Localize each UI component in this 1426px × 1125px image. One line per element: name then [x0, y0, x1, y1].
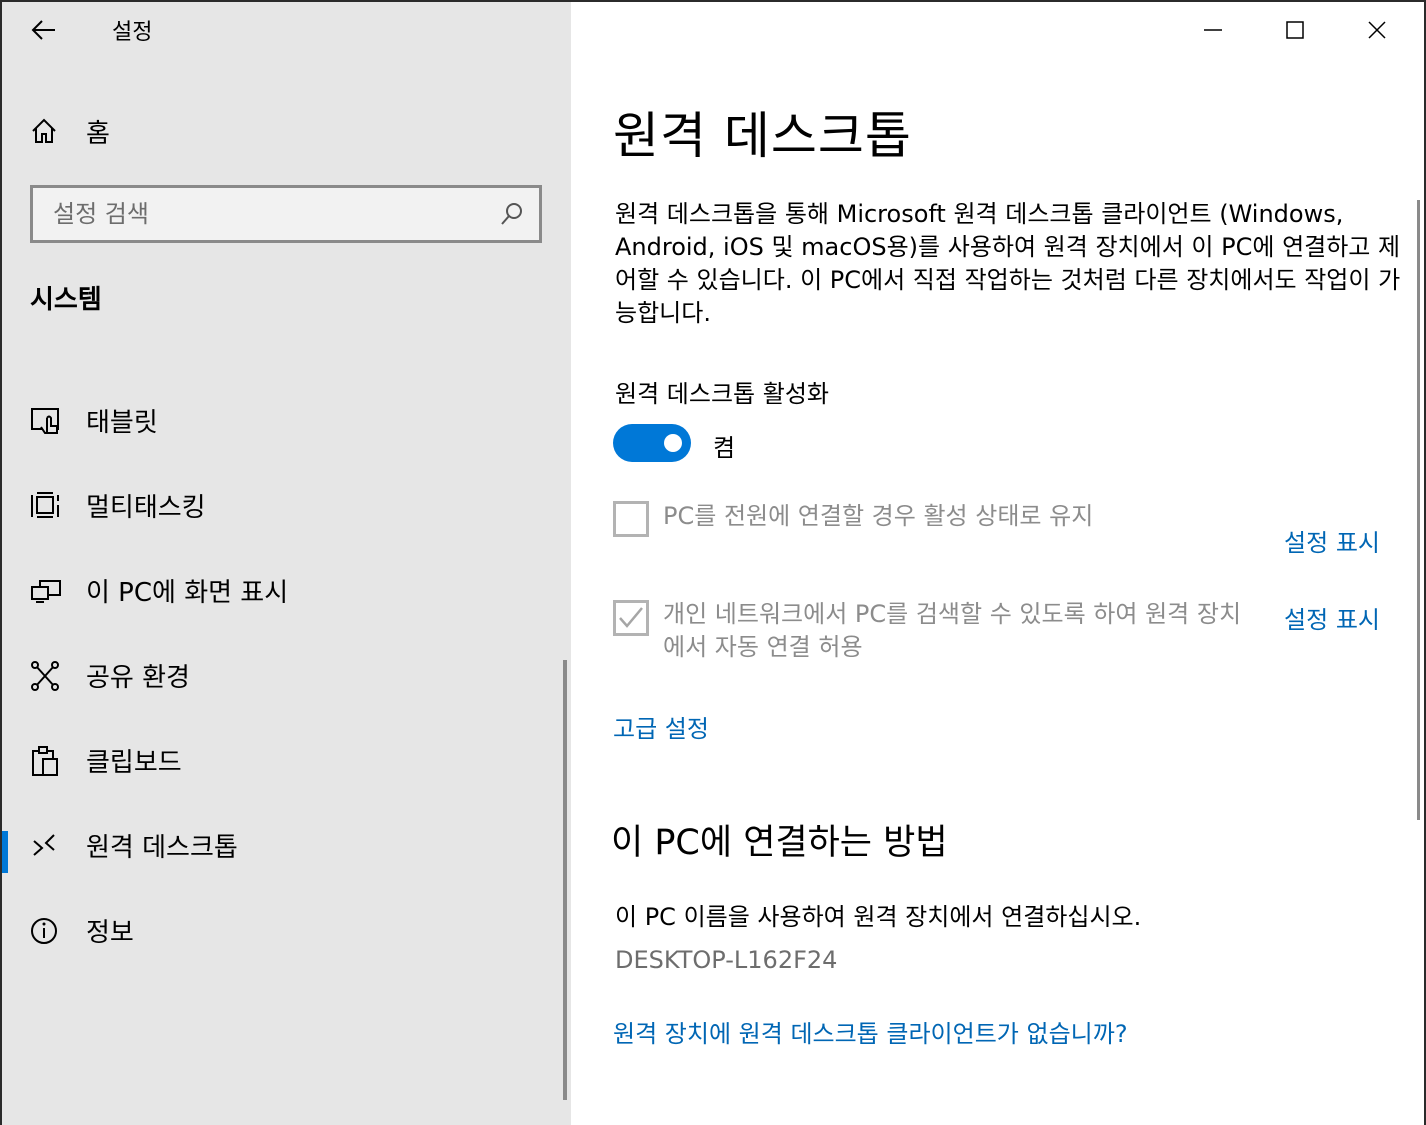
keep-awake-label: PC를 전원에 연결할 경우 활성 상태로 유지	[663, 502, 1094, 530]
sidebar-item-tablet[interactable]: 태블릿	[0, 378, 565, 463]
clipboard-icon	[20, 741, 66, 781]
close-icon	[1368, 21, 1386, 39]
maximize-button[interactable]	[1254, 0, 1336, 60]
sidebar-item-label: 이 PC에 화면 표시	[86, 578, 289, 608]
sidebar: 설정 홈 시스템 태블릿	[0, 0, 571, 1125]
page-title: 원격 데스크톱	[613, 107, 912, 165]
nav-list: 태블릿 멀티태스킹 이 PC에 화면 표시 공유 환경 클립보드 원격 데스크톱…	[0, 378, 565, 973]
sidebar-item-label: 태블릿	[86, 408, 158, 438]
sidebar-item-multitasking[interactable]: 멀티태스킹	[0, 463, 565, 548]
toggle-knob	[664, 434, 682, 452]
description-text: 원격 데스크톱을 통해 Microsoft 원격 데스크톱 클라이언트 (Win…	[615, 200, 1401, 327]
sidebar-item-about[interactable]: 정보	[0, 888, 565, 973]
enable-label: 원격 데스크톱 활성화	[615, 380, 829, 408]
sidebar-item-shared[interactable]: 공유 환경	[0, 633, 565, 718]
project-icon	[20, 571, 66, 611]
sidebar-item-clipboard[interactable]: 클립보드	[0, 718, 565, 803]
no-client-link[interactable]: 원격 장치에 원격 데스크톱 클라이언트가 없습니까?	[613, 1014, 1128, 1049]
back-button[interactable]	[22, 10, 66, 50]
sidebar-item-project[interactable]: 이 PC에 화면 표시	[0, 548, 565, 633]
remote-desktop-icon	[20, 826, 66, 866]
home-icon	[20, 111, 66, 151]
howto-text: 이 PC 이름을 사용하여 원격 장치에서 연결하십시오.	[615, 903, 1142, 931]
minimize-button[interactable]	[1172, 0, 1254, 60]
search-icon[interactable]	[499, 201, 525, 227]
search-box[interactable]	[30, 185, 542, 243]
shared-experiences-icon	[20, 656, 66, 696]
tablet-icon	[20, 401, 66, 441]
discoverable-label: 개인 네트워크에서 PC를 검색할 수 있도록 하여 원격 장치에서 자동 연결…	[663, 600, 1242, 661]
content-pane: 원격 데스크톱 원격 데스크톱을 통해 Microsoft 원격 데스크톱 클라…	[571, 0, 1426, 1125]
home-label: 홈	[86, 118, 110, 149]
show-settings-link-1[interactable]: 설정 표시	[1284, 523, 1380, 558]
checkmark-icon	[619, 607, 643, 628]
content-scrollbar[interactable]	[1417, 200, 1420, 820]
minimize-icon	[1204, 29, 1222, 31]
back-arrow-icon	[31, 20, 55, 40]
close-button[interactable]	[1336, 0, 1418, 60]
sidebar-scrollbar[interactable]	[563, 660, 567, 1100]
pc-name: DESKTOP-L162F24	[615, 946, 838, 974]
window-controls	[1172, 0, 1418, 60]
info-icon	[20, 911, 66, 951]
sidebar-item-remote-desktop[interactable]: 원격 데스크톱	[0, 803, 565, 888]
howto-title: 이 PC에 연결하는 방법	[611, 823, 948, 863]
keep-awake-checkbox[interactable]	[613, 501, 649, 537]
maximize-icon	[1286, 21, 1304, 39]
remote-desktop-toggle[interactable]	[613, 424, 691, 462]
sidebar-item-label: 공유 환경	[86, 663, 190, 693]
advanced-settings-link[interactable]: 고급 설정	[613, 709, 709, 744]
multitasking-icon	[20, 486, 66, 526]
toggle-state-label: 켬	[713, 434, 736, 462]
sidebar-item-label: 정보	[86, 918, 134, 948]
sidebar-item-label: 멀티태스킹	[86, 493, 206, 523]
discoverable-checkbox[interactable]	[613, 600, 649, 636]
section-title: 시스템	[30, 285, 102, 315]
search-input[interactable]	[53, 200, 499, 228]
show-settings-link-2[interactable]: 설정 표시	[1284, 600, 1380, 635]
sidebar-item-home[interactable]: 홈	[20, 106, 540, 156]
sidebar-item-label: 원격 데스크톱	[86, 833, 238, 863]
sidebar-item-label: 클립보드	[86, 748, 182, 778]
app-title: 설정	[112, 20, 153, 45]
